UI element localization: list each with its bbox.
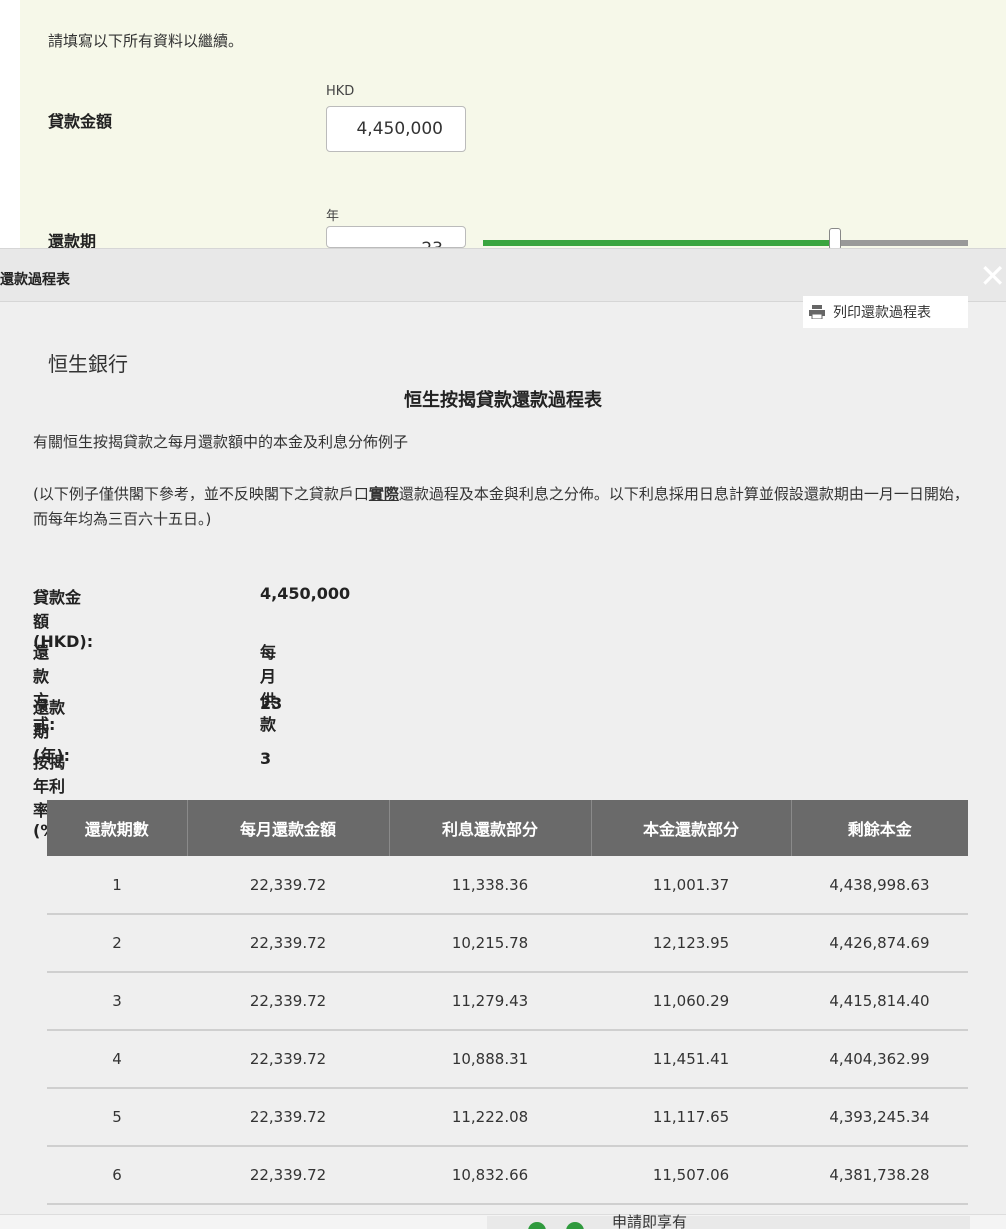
cell-period: 5 <box>47 1088 187 1147</box>
repayment-table: 還款期數 每月還款金額 利息還款部分 本金還款部分 剩餘本金 1 22,339.… <box>47 800 968 1205</box>
promo-text: 申請即享有 <box>612 1213 688 1229</box>
cell-monthly-payment: 22,339.72 <box>187 1030 389 1089</box>
table-row: 1 22,339.72 11,338.36 11,001.37 4,438,99… <box>47 856 968 915</box>
cell-principal: 11,507.06 <box>591 1146 791 1205</box>
table-body: 1 22,339.72 11,338.36 11,001.37 4,438,99… <box>47 856 968 1205</box>
cell-period: 1 <box>47 856 187 915</box>
printer-icon <box>809 305 825 320</box>
header-remaining: 剩餘本金 <box>791 800 968 856</box>
cell-period: 2 <box>47 914 187 973</box>
cell-interest: 11,338.36 <box>389 856 591 915</box>
header-monthly-payment: 每月還款金額 <box>187 800 390 856</box>
cell-principal: 11,001.37 <box>591 856 791 915</box>
header-period: 還款期數 <box>47 800 188 856</box>
loan-amount-input[interactable]: 4,450,000 <box>326 106 466 152</box>
cell-monthly-payment: 22,339.72 <box>187 972 389 1031</box>
table-row: 5 22,339.72 11,222.08 11,117.65 4,393,24… <box>47 1088 968 1147</box>
cell-period: 4 <box>47 1030 187 1089</box>
cell-principal: 11,117.65 <box>591 1088 791 1147</box>
cell-interest: 10,888.31 <box>389 1030 591 1089</box>
cell-monthly-payment: 22,339.72 <box>187 856 389 915</box>
repayment-schedule-modal: 還款過程表 ✕ 列印還款過程表 恒生銀行 恒生按揭貸款還款過程表 有關恒生按揭貸… <box>0 248 1006 1214</box>
cell-period: 3 <box>47 972 187 1031</box>
term-slider-thumb[interactable] <box>829 228 841 250</box>
cell-monthly-payment: 22,339.72 <box>187 914 389 973</box>
form-intro: 請填寫以下所有資料以繼續。 <box>48 32 244 50</box>
cell-monthly-payment: 22,339.72 <box>187 1088 389 1147</box>
summary-value: 23 <box>260 694 283 713</box>
note-text-before: (以下例子僅供閣下參考，並不反映閣下之貸款戶口 <box>33 485 369 503</box>
table-row: 3 22,339.72 11,279.43 11,060.29 4,415,81… <box>47 972 968 1031</box>
term-input[interactable]: 23 <box>326 226 466 248</box>
cell-remaining: 4,404,362.99 <box>791 1030 968 1089</box>
document-note: (以下例子僅供閣下參考，並不反映閣下之貸款戶口實際還款過程及本金與利息之分佈。以… <box>33 482 973 532</box>
cell-remaining: 4,438,998.63 <box>791 856 968 915</box>
header-principal: 本金還款部分 <box>591 800 792 856</box>
modal-title: 還款過程表 <box>0 272 70 288</box>
note-emphasis: 實際 <box>368 485 399 503</box>
summary-value: 每月供款 <box>260 643 277 734</box>
cell-remaining: 4,426,874.69 <box>791 914 968 973</box>
print-schedule-label: 列印還款過程表 <box>833 304 931 320</box>
cell-interest: 10,215.78 <box>389 914 591 973</box>
term-slider-fill[interactable] <box>483 240 833 246</box>
bottom-promo-box[interactable] <box>487 1216 970 1229</box>
document-title: 恒生按揭貸款還款過程表 <box>404 390 602 411</box>
cell-principal: 12,123.95 <box>591 914 791 973</box>
summary-value: 4,450,000 <box>260 584 351 603</box>
cell-monthly-payment: 22,339.72 <box>187 1146 389 1205</box>
cell-principal: 11,451.41 <box>591 1030 791 1089</box>
summary-value: 3 <box>260 749 272 768</box>
term-slider-track[interactable] <box>840 240 968 246</box>
document-description: 有關恒生按揭貸款之每月還款額中的本金及利息分佈例子 <box>33 433 409 451</box>
print-schedule-button[interactable]: 列印還款過程表 <box>803 296 968 328</box>
close-icon[interactable]: ✕ <box>978 260 1006 292</box>
cell-interest: 11,279.43 <box>389 972 591 1031</box>
bank-name: 恒生銀行 <box>48 352 128 376</box>
cell-interest: 10,832.66 <box>389 1146 591 1205</box>
repayment-table-wrapper: 還款期數 每月還款金額 利息還款部分 本金還款部分 剩餘本金 1 22,339.… <box>47 800 968 1205</box>
cell-remaining: 4,415,814.40 <box>791 972 968 1031</box>
loan-amount-unit: HKD <box>326 84 355 99</box>
table-header-row: 還款期數 每月還款金額 利息還款部分 本金還款部分 剩餘本金 <box>47 800 968 856</box>
modal-header: 還款過程表 ✕ <box>0 248 1006 302</box>
table-row: 4 22,339.72 10,888.31 11,451.41 4,404,36… <box>47 1030 968 1089</box>
header-interest: 利息還款部分 <box>389 800 592 856</box>
loan-amount-label: 貸款金額 <box>48 112 113 131</box>
cell-principal: 11,060.29 <box>591 972 791 1031</box>
cell-period: 6 <box>47 1146 187 1205</box>
cell-remaining: 4,393,245.34 <box>791 1088 968 1147</box>
term-unit: 年 <box>326 209 340 224</box>
cell-remaining: 4,381,738.28 <box>791 1146 968 1205</box>
cell-interest: 11,222.08 <box>389 1088 591 1147</box>
table-row: 2 22,339.72 10,215.78 12,123.95 4,426,87… <box>47 914 968 973</box>
table-row: 6 22,339.72 10,832.66 11,507.06 4,381,73… <box>47 1146 968 1205</box>
